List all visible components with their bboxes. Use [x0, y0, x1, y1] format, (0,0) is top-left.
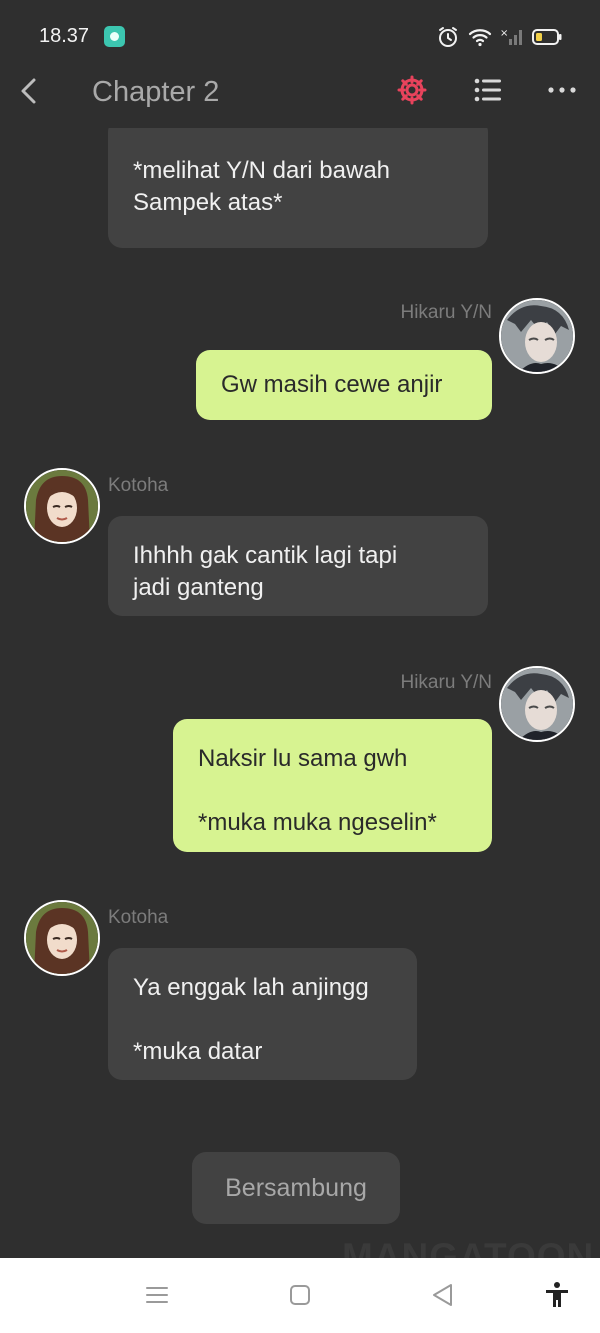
- status-icons: ×: [436, 24, 562, 50]
- message-bubble-left: *melihat Y/N dari bawah Sampek atas*: [108, 128, 488, 248]
- avatar-hikaru[interactable]: [499, 666, 575, 742]
- avatar-kotoha-image: [26, 902, 98, 974]
- sender-name: Hikaru Y/N: [400, 672, 492, 693]
- more-horizontal-icon[interactable]: [544, 72, 580, 108]
- chat-area[interactable]: *melihat Y/N dari bawah Sampek atas* Hik…: [0, 128, 600, 1258]
- app-bar: Chapter 2: [0, 58, 600, 128]
- avatar-hikaru-image: [501, 668, 573, 740]
- sender-name: Kotoha: [108, 907, 169, 928]
- message-bubble-right: Gw masih cewe anjir: [196, 350, 492, 420]
- system-nav-bar: [0, 1258, 600, 1333]
- avatar-kotoha[interactable]: [24, 900, 100, 976]
- accessibility-icon[interactable]: [542, 1280, 572, 1310]
- message-bubble-left: Ya enggak lah anjingg *muka datar: [108, 948, 417, 1080]
- app-notification-icon: [104, 26, 125, 47]
- svg-text:×: ×: [500, 28, 508, 39]
- status-time: 18.37: [39, 25, 90, 47]
- sender-name: Hikaru Y/N: [400, 302, 492, 323]
- battery-icon: [532, 29, 562, 45]
- triangle-back-icon[interactable]: [428, 1280, 458, 1310]
- chevron-left-icon[interactable]: [12, 72, 46, 110]
- list-icon[interactable]: [470, 72, 506, 108]
- continue-button[interactable]: Bersambung: [192, 1152, 400, 1224]
- signal-icon: ×: [500, 28, 522, 45]
- alarm-icon: [439, 27, 457, 47]
- avatar-kotoha[interactable]: [24, 468, 100, 544]
- gear-icon[interactable]: [394, 72, 430, 108]
- message-bubble-right: Naksir lu sama gwh *muka muka ngeselin*: [173, 719, 492, 852]
- wifi-icon: [468, 29, 492, 47]
- square-icon[interactable]: [285, 1280, 315, 1310]
- menu-icon[interactable]: [142, 1280, 172, 1310]
- sender-name: Kotoha: [108, 475, 169, 496]
- avatar-hikaru[interactable]: [499, 298, 575, 374]
- message-bubble-left: Ihhhh gak cantik lagi tapi jadi ganteng: [108, 516, 488, 616]
- avatar-kotoha-image: [26, 470, 98, 542]
- chapter-title: Chapter 2: [92, 76, 220, 108]
- watermark: MANGATOON: [342, 1236, 595, 1258]
- avatar-hikaru-image: [501, 300, 573, 372]
